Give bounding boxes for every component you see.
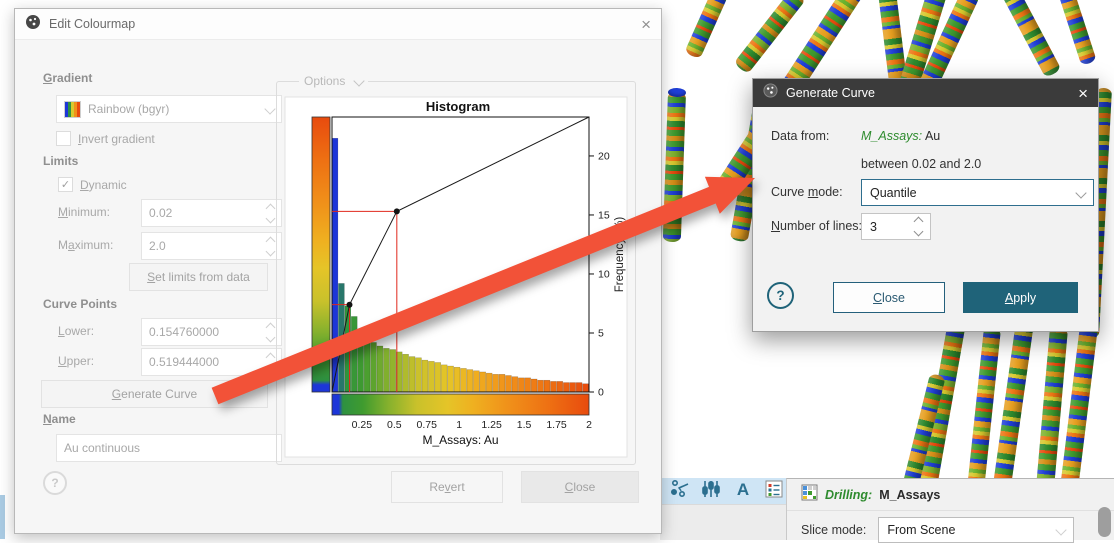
maximum-spinbox[interactable]: 2.0	[141, 232, 282, 260]
chevron-down-icon	[1075, 187, 1086, 198]
checkmark-icon: ✓	[58, 177, 73, 192]
close-icon[interactable]: ×	[1078, 85, 1088, 102]
legend-list-icon[interactable]	[763, 478, 785, 505]
dynamic-checkbox[interactable]: ✓ Dynamic	[58, 177, 127, 192]
source-column-name: Au	[925, 129, 940, 143]
number-of-lines-label: Number of lines:	[771, 219, 862, 233]
spinner-arrows-icon[interactable]	[263, 352, 274, 373]
panel-object-type: Drilling:	[825, 488, 872, 502]
apply-button[interactable]: Apply	[963, 282, 1078, 313]
dialog-title: Generate Curve	[786, 86, 875, 100]
lower-label: Lower:	[58, 324, 94, 338]
background-panel-edge	[0, 495, 5, 539]
gradient-swatch-icon	[64, 101, 81, 118]
text-format-icon[interactable]: A	[732, 478, 754, 505]
spinner-arrows-icon[interactable]	[263, 203, 274, 224]
svg-text:5: 5	[598, 327, 604, 339]
curve-points-heading: Curve Points	[43, 297, 117, 311]
dialog-title: Edit Colourmap	[49, 17, 135, 31]
drillhole-cylinder	[684, 0, 728, 59]
set-limits-button[interactable]: Set limits from data	[129, 263, 268, 291]
upper-spinbox[interactable]: 0.519444000	[141, 348, 282, 376]
curve-mode-label: Curve mode:	[771, 185, 843, 199]
svg-text:Frequency (%): Frequency (%)	[614, 217, 626, 293]
svg-text:1.5: 1.5	[517, 419, 532, 431]
chevron-down-icon	[1056, 524, 1067, 535]
generate-curve-titlebar[interactable]: Generate Curve ×	[753, 79, 1098, 107]
lower-spinbox[interactable]: 0.154760000	[141, 318, 282, 346]
gradient-heading: Gradient	[43, 71, 92, 85]
gradient-dropdown[interactable]: Rainbow (bgyr)	[56, 95, 282, 123]
panel-scrollbar[interactable]	[1098, 507, 1111, 537]
help-button[interactable]: ?	[43, 471, 67, 495]
limits-heading: Limits	[43, 154, 78, 168]
app-logo-icon	[25, 14, 41, 35]
colourmap-name-input[interactable]: Au continuous	[56, 434, 282, 462]
assay-table-icon	[801, 484, 818, 506]
spinner-arrows-icon[interactable]	[911, 216, 922, 237]
edit-colourmap-dialog: Edit Colourmap × Gradient Rainbow (bgyr)…	[14, 8, 662, 534]
svg-text:10: 10	[598, 268, 610, 280]
svg-text:Histogram: Histogram	[426, 99, 490, 114]
slice-mode-dropdown[interactable]: From Scene	[878, 517, 1074, 543]
panel-header: Drilling: M_Assays	[787, 479, 1114, 511]
sliders-icon[interactable]	[700, 478, 722, 505]
chevron-down-icon	[264, 103, 275, 114]
curve-mode-dropdown[interactable]: Quantile	[861, 179, 1094, 206]
upper-label: Upper:	[58, 354, 94, 368]
scatter-points-icon[interactable]	[669, 478, 691, 505]
svg-text:1.75: 1.75	[546, 419, 567, 431]
histogram-chart[interactable]: Histogram 0 5 10 15 20 Frequency (%) 0.25 0.5 0.7…	[277, 85, 635, 463]
data-from-label: Data from:	[771, 129, 829, 143]
source-table-name: M_Assays:	[861, 129, 922, 143]
range-text: between 0.02 and 2.0	[861, 157, 981, 171]
close-button[interactable]: Close	[833, 282, 945, 313]
svg-text:A: A	[737, 480, 749, 499]
drillhole-cylinder	[1001, 0, 1061, 78]
svg-text:1: 1	[456, 419, 462, 431]
toolbar-spacer	[660, 504, 786, 540]
drillhole-cylinder	[1058, 0, 1096, 66]
svg-text:20: 20	[598, 150, 610, 162]
svg-text:0.75: 0.75	[417, 419, 438, 431]
maximum-label: Maximum:	[58, 238, 113, 252]
minimum-label: Minimum:	[58, 205, 110, 219]
revert-button[interactable]: Revert	[391, 471, 503, 503]
svg-text:M_Assays: Au: M_Assays: Au	[422, 433, 498, 447]
drillhole-cylinder	[663, 92, 686, 243]
invert-gradient-checkbox[interactable]: Invert gradient	[56, 131, 155, 146]
drillhole-cylinder	[993, 321, 1034, 487]
generate-curve-dialog: Generate Curve × Data from: M_Assays: Au…	[752, 78, 1099, 332]
app-logo-icon	[763, 83, 778, 103]
dialog-close-button[interactable]: Close	[521, 471, 639, 503]
help-button[interactable]: ?	[767, 282, 794, 309]
spinner-arrows-icon[interactable]	[263, 236, 274, 257]
panel-object-name: M_Assays	[879, 488, 940, 502]
svg-text:1.25: 1.25	[481, 419, 502, 431]
data-source-value: M_Assays: Au	[861, 129, 940, 143]
svg-text:15: 15	[598, 209, 610, 221]
svg-text:0.25: 0.25	[352, 419, 373, 431]
shape-properties-panel: Drilling: M_Assays Slice mode: From Scen…	[786, 478, 1114, 540]
spinner-arrows-icon[interactable]	[263, 322, 274, 343]
svg-text:0: 0	[598, 387, 604, 399]
name-heading: Name	[43, 412, 76, 426]
generate-curve-button[interactable]: Generate Curve	[41, 380, 268, 408]
slice-mode-label: Slice mode:	[801, 523, 866, 537]
minimum-spinbox[interactable]: 0.02	[141, 199, 282, 227]
number-of-lines-spinbox[interactable]: 3	[861, 213, 931, 240]
svg-text:2: 2	[586, 419, 592, 431]
edit-colourmap-titlebar[interactable]: Edit Colourmap ×	[15, 9, 661, 40]
close-icon[interactable]: ×	[641, 16, 651, 33]
scene-toolbar: A	[660, 478, 794, 504]
svg-text:0.5: 0.5	[387, 419, 402, 431]
options-groupbox: Options Histogram05101520Frequency (%)0.…	[276, 81, 636, 465]
